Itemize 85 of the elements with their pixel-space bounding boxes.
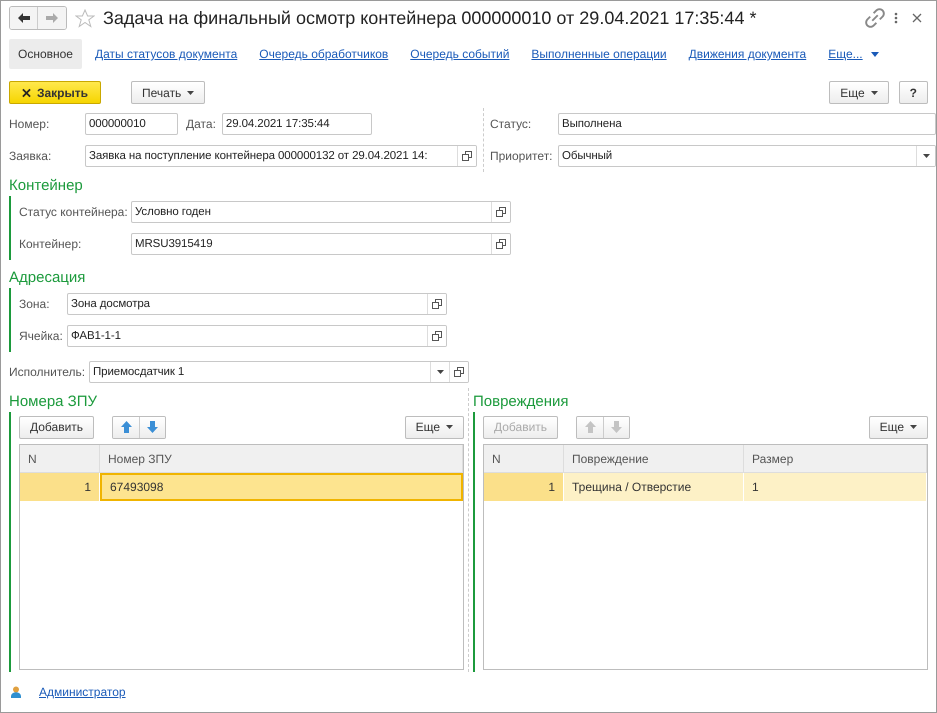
field-label: Приоритет: — [490, 149, 552, 163]
field-label: Зона: — [19, 297, 51, 311]
caret-icon — [922, 154, 930, 158]
back-button[interactable] — [10, 7, 38, 29]
input-field[interactable]: Выполнена — [558, 113, 936, 135]
arrow-down-icon — [147, 421, 158, 433]
tab[interactable]: Очередь событий — [401, 39, 518, 69]
move-up-button[interactable] — [113, 416, 140, 438]
close-icon[interactable] — [912, 13, 922, 23]
tab[interactable]: Очередь обработчиков — [250, 39, 398, 69]
star-icon[interactable] — [75, 8, 95, 28]
open-button[interactable] — [427, 294, 446, 314]
input-field[interactable]: Условно годен — [131, 201, 511, 223]
tab[interactable]: Выполненные операции — [522, 39, 676, 69]
section-title: Контейнер — [9, 176, 84, 194]
open-button[interactable] — [491, 202, 510, 222]
field-label: Исполнитель: — [9, 365, 83, 379]
move-down-button[interactable] — [139, 416, 166, 438]
caret-icon — [870, 52, 879, 56]
input-field[interactable]: ФАВ1-1-1 — [67, 325, 447, 347]
field-label: Контейнер: — [19, 237, 82, 251]
help-button[interactable]: ? — [898, 81, 928, 104]
more-button[interactable]: Еще — [868, 416, 928, 438]
open-button[interactable] — [449, 362, 468, 382]
column-header[interactable]: Размер — [744, 445, 927, 473]
open-button[interactable] — [457, 146, 476, 166]
input-field[interactable]: MRSU3915419 — [131, 233, 511, 255]
column-header[interactable]: Номер ЗПУ — [100, 445, 463, 473]
column-header[interactable]: N — [484, 445, 564, 473]
link-icon[interactable] — [864, 7, 886, 29]
arrow-down-icon — [611, 421, 622, 433]
squares-icon — [462, 151, 472, 161]
input-field[interactable]: 000000010 — [85, 113, 178, 135]
table-cell[interactable]: 67493098 — [100, 473, 463, 501]
menu-icon[interactable] — [894, 12, 898, 24]
more-tabs-link[interactable]: Еще... — [819, 39, 888, 69]
print-button[interactable]: Печать — [131, 81, 206, 104]
caret-icon — [870, 90, 878, 94]
input-field[interactable]: Обычный — [558, 145, 936, 167]
input-field[interactable]: Зона досмотра — [67, 293, 447, 315]
more-button[interactable]: Еще — [829, 81, 889, 104]
squares-icon — [496, 239, 506, 249]
input-field[interactable]: 29.04.2021 17:35:44 — [222, 113, 372, 135]
tab[interactable]: Движения документа — [680, 39, 816, 69]
tab[interactable]: Даты статусов документа — [86, 39, 246, 69]
squares-icon — [454, 367, 464, 377]
field-label: Номер: — [9, 117, 50, 131]
input-field[interactable]: Приемосдатчик 1 — [89, 361, 469, 383]
cross-icon — [22, 88, 31, 98]
column-header[interactable]: Повреждение — [564, 445, 744, 473]
dropdown-button[interactable] — [916, 146, 935, 166]
close-button[interactable]: Закрыть — [9, 81, 101, 104]
input-field[interactable]: Заявка на поступление контейнера 000000132 от 29.04.2021 14: — [85, 145, 477, 167]
user-icon — [11, 686, 21, 698]
squares-icon — [432, 331, 442, 341]
squares-icon — [432, 299, 442, 309]
more-button[interactable]: Еще — [404, 416, 464, 438]
arrow-up-icon — [584, 421, 596, 433]
caret-icon — [187, 90, 194, 94]
arrow-right-icon — [46, 13, 58, 23]
field-label: Статус: — [490, 117, 532, 131]
column-header[interactable]: N — [20, 445, 100, 473]
table-cell[interactable]: Трещина / Отверстие — [564, 473, 744, 501]
tab[interactable]: Основное — [9, 39, 82, 69]
section-title: Адресация — [9, 268, 86, 286]
caret-icon — [436, 370, 444, 374]
field-label: Статус контейнера: — [19, 205, 125, 219]
field-label: Заявка: — [9, 149, 52, 163]
table-cell[interactable]: 1 — [484, 473, 564, 501]
arrow-up-icon — [120, 421, 132, 433]
window-title: Задача на финальный осмотр контейнера 000000010 от 29.04.2021 17:35:44 * — [103, 8, 758, 28]
field-label: Ячейка: — [19, 329, 61, 343]
section-title: Номера ЗПУ — [9, 392, 98, 410]
open-button[interactable] — [491, 234, 510, 254]
field-label: Дата: — [186, 117, 216, 131]
user-link[interactable]: Администратор — [39, 685, 126, 699]
open-button[interactable] — [427, 326, 446, 346]
caret-icon — [910, 425, 917, 429]
section-title: Повреждения — [473, 392, 570, 410]
table-cell[interactable]: 1 — [20, 473, 100, 501]
squares-icon — [496, 207, 506, 217]
table-cell[interactable]: 1 — [744, 473, 927, 501]
add-button[interactable]: Добавить — [19, 416, 94, 438]
caret-icon — [446, 425, 453, 429]
arrow-left-icon — [18, 13, 30, 23]
